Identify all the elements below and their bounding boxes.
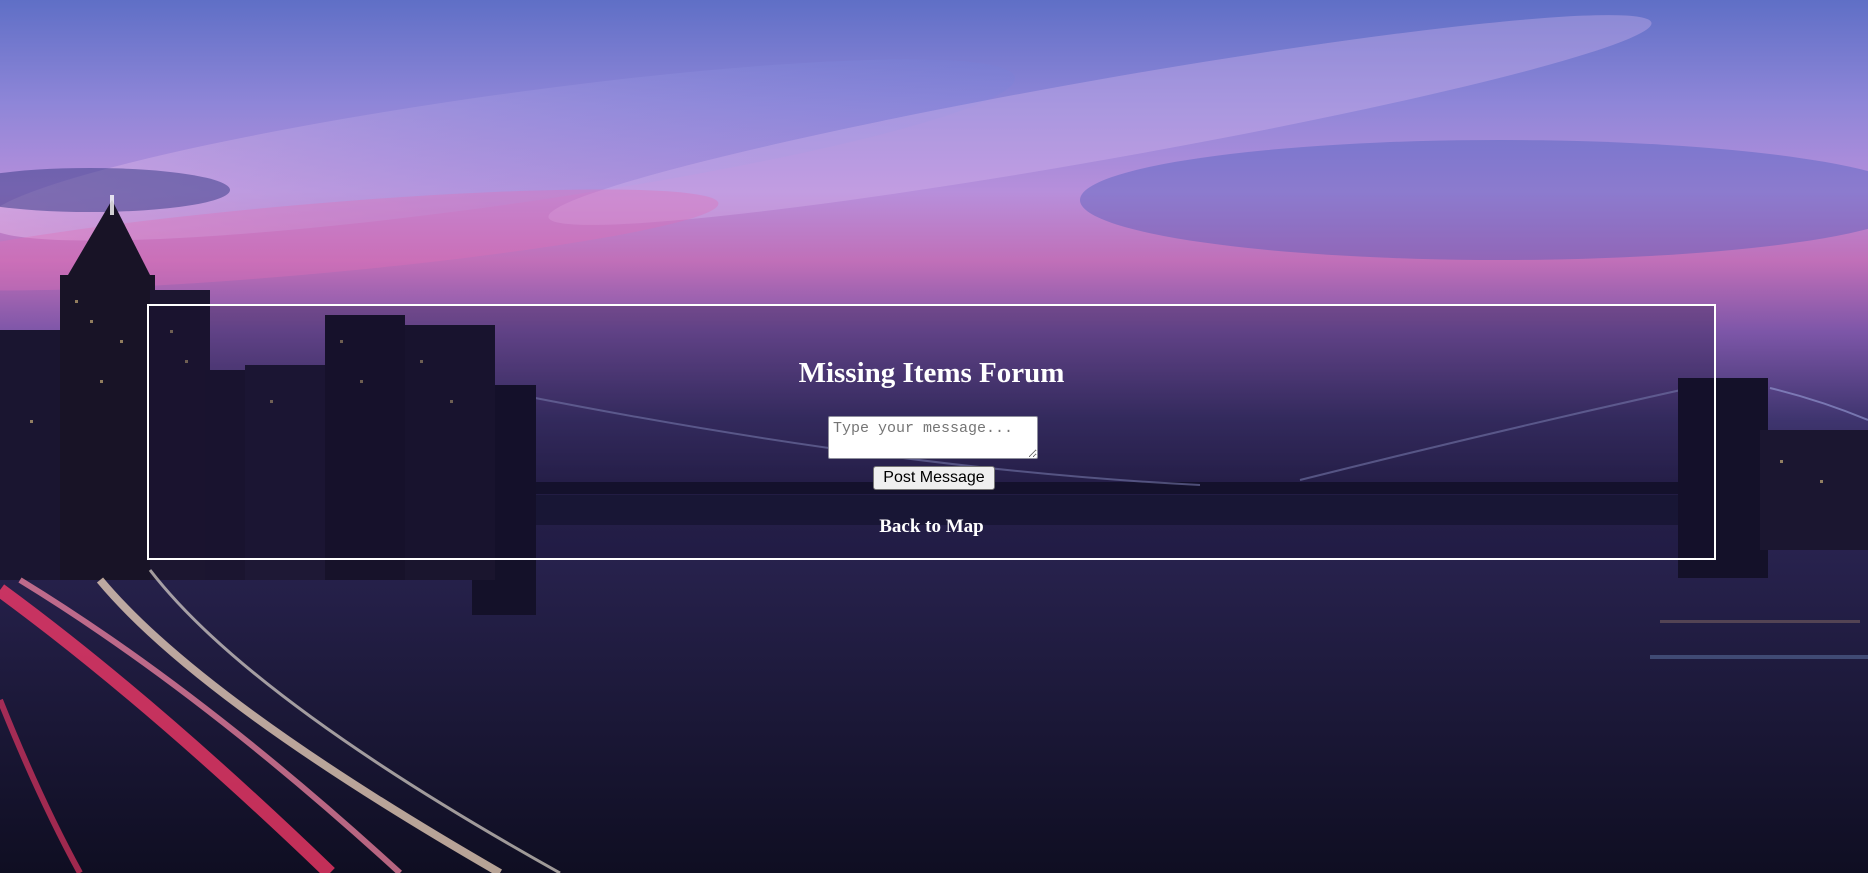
forum-panel: Missing Items Forum Post Message Back to…	[147, 304, 1716, 560]
post-message-button[interactable]: Post Message	[873, 466, 995, 490]
back-to-map-link[interactable]: Back to Map	[149, 516, 1714, 538]
message-input[interactable]	[828, 416, 1038, 459]
page-title: Missing Items Forum	[798, 357, 1065, 389]
